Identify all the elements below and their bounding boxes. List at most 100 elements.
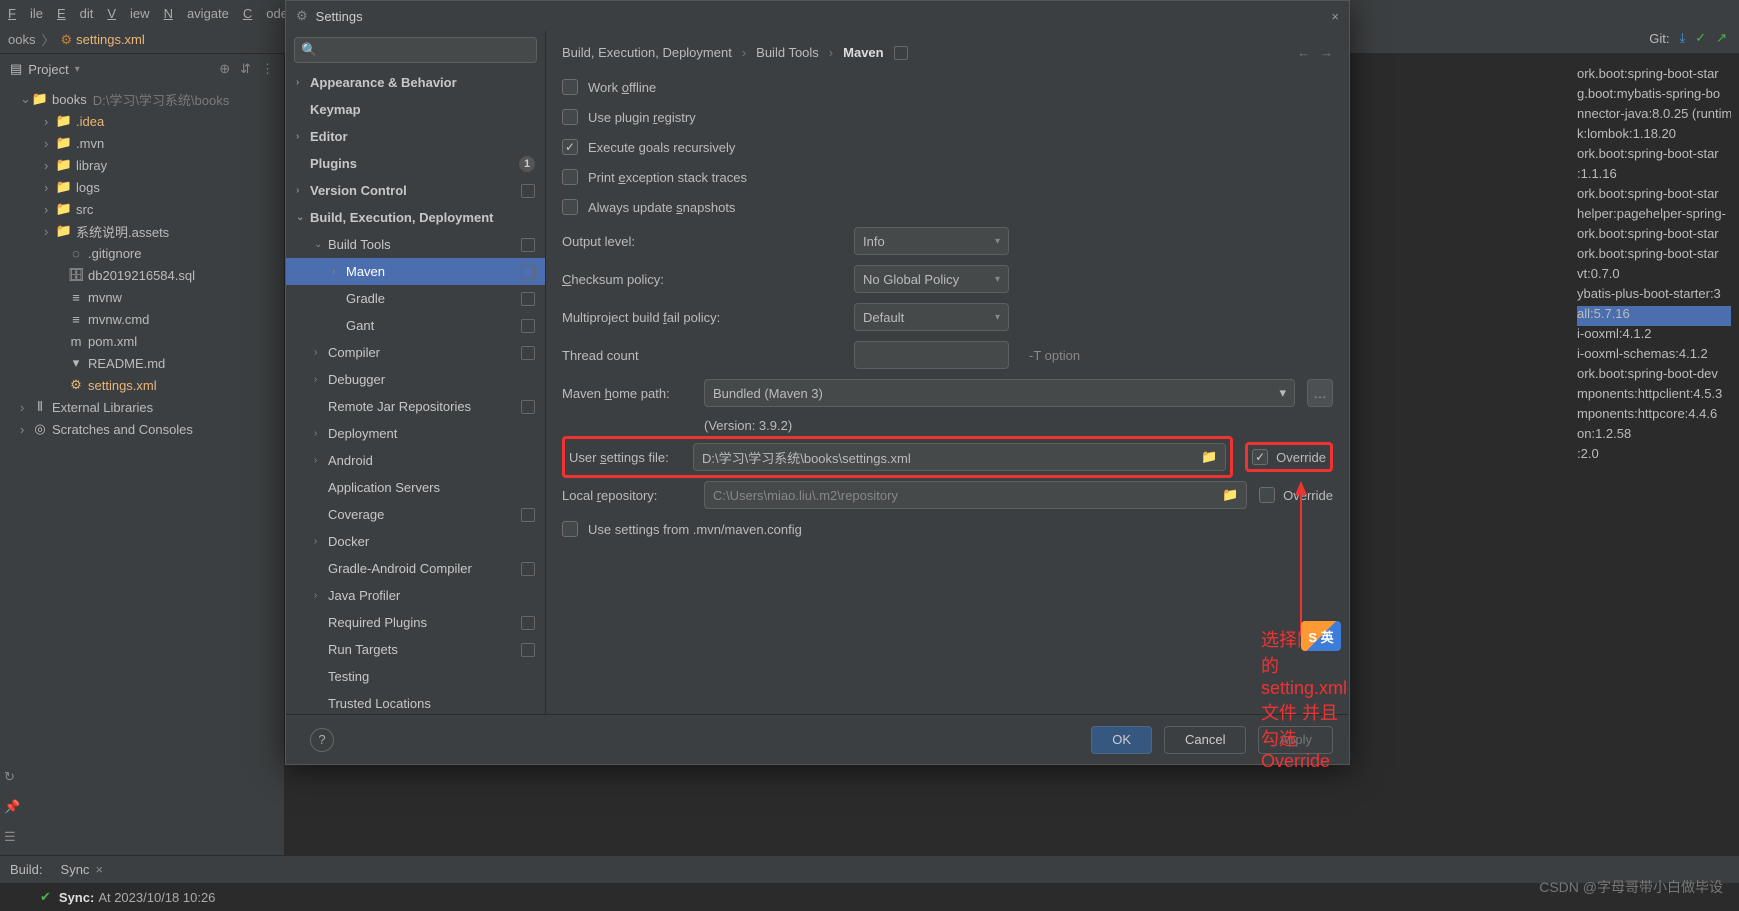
nav-item-keymap[interactable]: Keymap <box>286 96 545 123</box>
menu-code[interactable]: Code <box>243 6 288 21</box>
nav-item-java-profiler[interactable]: ›Java Profiler <box>286 582 545 609</box>
dep-item[interactable]: ork.boot:spring-boot-star <box>1577 246 1731 266</box>
project-title[interactable]: Project <box>28 62 68 77</box>
tree-node-.mvn[interactable]: ›📁.mvn <box>0 132 284 154</box>
local-repo-override-check[interactable] <box>1259 487 1275 503</box>
folder-icon[interactable]: 📁 <box>1222 487 1238 503</box>
nav-item-plugins[interactable]: Plugins1 <box>286 150 545 177</box>
dep-item[interactable]: ork.boot:spring-boot-dev <box>1577 366 1731 386</box>
nav-item-appearance-behavior[interactable]: ›Appearance & Behavior <box>286 69 545 96</box>
pin-icon[interactable]: 📌 <box>4 799 20 815</box>
tree-node-mvnw[interactable]: ≡mvnw <box>0 286 284 308</box>
check-execute-goals-recursively[interactable] <box>562 139 578 155</box>
chevron-down-icon[interactable]: ▾ <box>75 64 80 75</box>
dep-item[interactable]: ork.boot:spring-boot-star <box>1577 66 1731 86</box>
help-button[interactable]: ? <box>310 728 334 752</box>
output-level-select[interactable]: Info▾ <box>854 227 1009 255</box>
nav-item-editor[interactable]: ›Editor <box>286 123 545 150</box>
back-icon[interactable]: ← <box>1297 45 1310 60</box>
tree-node-pom.xml[interactable]: mpom.xml <box>0 330 284 352</box>
nav-item-remote-jar-repositories[interactable]: Remote Jar Repositories <box>286 393 545 420</box>
nav-item-application-servers[interactable]: Application Servers <box>286 474 545 501</box>
dep-item[interactable]: vt:0.7.0 <box>1577 266 1731 286</box>
nav-item-docker[interactable]: ›Docker <box>286 528 545 555</box>
crumb-2[interactable]: Build Tools <box>756 45 819 60</box>
tree-node-src[interactable]: ›📁src <box>0 198 284 220</box>
menu-file[interactable]: File <box>8 6 43 21</box>
menu-edit[interactable]: Edit <box>57 6 93 21</box>
dep-item[interactable]: ork.boot:spring-boot-star <box>1577 226 1731 246</box>
dep-item[interactable]: ork.boot:spring-boot-star <box>1577 146 1731 166</box>
nav-item-version-control[interactable]: ›Version Control <box>286 177 545 204</box>
check-work-offline[interactable] <box>562 79 578 95</box>
tree-node-libray[interactable]: ›📁libray <box>0 154 284 176</box>
tree-node-db2019216584.sql[interactable]: 🗄db2019216584.sql <box>0 264 284 286</box>
check-use-plugin-registry[interactable] <box>562 109 578 125</box>
check-print-exception-stack-traces[interactable] <box>562 169 578 185</box>
maven-home-browse[interactable]: … <box>1307 379 1333 407</box>
dep-item[interactable]: ork.boot:spring-boot-star <box>1577 186 1731 206</box>
dep-item[interactable]: g.boot:mybatis-spring-bo <box>1577 86 1731 106</box>
menu-navigate[interactable]: Navigate <box>164 6 229 21</box>
dep-item[interactable]: i-ooxml-schemas:4.1.2 <box>1577 346 1731 366</box>
checksum-select[interactable]: No Global Policy▾ <box>854 265 1009 293</box>
tree-node-settings.xml[interactable]: ⚙settings.xml <box>0 374 284 396</box>
dep-item[interactable]: :1.1.16 <box>1577 166 1731 186</box>
nav-item-android[interactable]: ›Android <box>286 447 545 474</box>
dep-item[interactable]: all:5.7.16 <box>1577 306 1731 326</box>
nav-item-build-tools[interactable]: ⌄Build Tools <box>286 231 545 258</box>
expand-icon[interactable]: ⇵ <box>240 61 251 77</box>
cancel-button[interactable]: Cancel <box>1164 726 1246 754</box>
check-always-update-snapshots[interactable] <box>562 199 578 215</box>
git-update-icon[interactable]: ⤓ <box>1679 30 1685 46</box>
fwd-icon[interactable]: → <box>1320 45 1333 60</box>
crumb-root[interactable]: ooks <box>8 32 35 47</box>
user-settings-override-check[interactable] <box>1252 449 1268 465</box>
folder-icon[interactable]: 📁 <box>1201 449 1217 465</box>
nav-item-debugger[interactable]: ›Debugger <box>286 366 545 393</box>
fail-policy-select[interactable]: Default▾ <box>854 303 1009 331</box>
nav-item-run-targets[interactable]: Run Targets <box>286 636 545 663</box>
dep-item[interactable]: i-ooxml:4.1.2 <box>1577 326 1731 346</box>
nav-item-deployment[interactable]: ›Deployment <box>286 420 545 447</box>
use-config-check[interactable] <box>562 521 578 537</box>
git-commit-icon[interactable]: ✓ <box>1695 30 1706 46</box>
crumb-file[interactable]: settings.xml <box>76 32 145 47</box>
nav-item-gradle[interactable]: Gradle <box>286 285 545 312</box>
build-tab-sync[interactable]: Sync× <box>53 860 112 879</box>
nav-item-required-plugins[interactable]: Required Plugins <box>286 609 545 636</box>
close-icon[interactable]: × <box>1331 9 1339 24</box>
maven-home-select[interactable]: Bundled (Maven 3)▾ <box>704 379 1295 407</box>
git-push-icon[interactable]: ↗ <box>1716 30 1727 46</box>
refresh-icon[interactable]: ↻ <box>4 769 20 785</box>
dep-item[interactable]: mponents:httpcore:4.4.6 <box>1577 406 1731 426</box>
nav-item-testing[interactable]: Testing <box>286 663 545 690</box>
dep-item[interactable]: nnector-java:8.0.25 (runtime <box>1577 106 1731 126</box>
nav-item-compiler[interactable]: ›Compiler <box>286 339 545 366</box>
menu-view[interactable]: View <box>107 6 149 21</box>
tree-node-Scratches and Consoles[interactable]: ›◎Scratches and Consoles <box>0 418 284 440</box>
ok-button[interactable]: OK <box>1091 726 1152 754</box>
tree-node-External Libraries[interactable]: ›⫴External Libraries <box>0 396 284 418</box>
project-tree[interactable]: ⌄📁booksD:\学习\学习系统\books›📁.idea›📁.mvn›📁li… <box>0 84 284 444</box>
tree-node-系统说明.assets[interactable]: ›📁系统说明.assets <box>0 220 284 242</box>
tree-node-.idea[interactable]: ›📁.idea <box>0 110 284 132</box>
collapse-icon[interactable]: ⋮ <box>261 61 274 77</box>
settings-search[interactable]: 🔍 <box>294 37 537 63</box>
local-repo-input[interactable]: C:\Users\miao.liu\.m2\repository 📁 <box>704 481 1247 509</box>
tree-node-mvnw.cmd[interactable]: ≡mvnw.cmd <box>0 308 284 330</box>
tree-node-README.md[interactable]: ▾README.md <box>0 352 284 374</box>
dep-item[interactable]: helper:pagehelper-spring- <box>1577 206 1731 226</box>
dep-item[interactable]: mponents:httpclient:4.5.3 <box>1577 386 1731 406</box>
filter-icon[interactable]: ☰ <box>4 829 20 845</box>
thread-count-input[interactable] <box>854 341 1009 369</box>
dep-item[interactable]: on:1.2.58 <box>1577 426 1731 446</box>
locate-icon[interactable]: ⊕ <box>219 61 230 77</box>
nav-item-maven[interactable]: ›Maven <box>286 258 545 285</box>
nav-item-gant[interactable]: Gant <box>286 312 545 339</box>
tree-node-books[interactable]: ⌄📁booksD:\学习\学习系统\books <box>0 88 284 110</box>
tree-node-.gitignore[interactable]: ◌.gitignore <box>0 242 284 264</box>
dep-item[interactable]: :2.0 <box>1577 446 1731 466</box>
nav-item-trusted-locations[interactable]: Trusted Locations <box>286 690 545 714</box>
nav-item-coverage[interactable]: Coverage <box>286 501 545 528</box>
